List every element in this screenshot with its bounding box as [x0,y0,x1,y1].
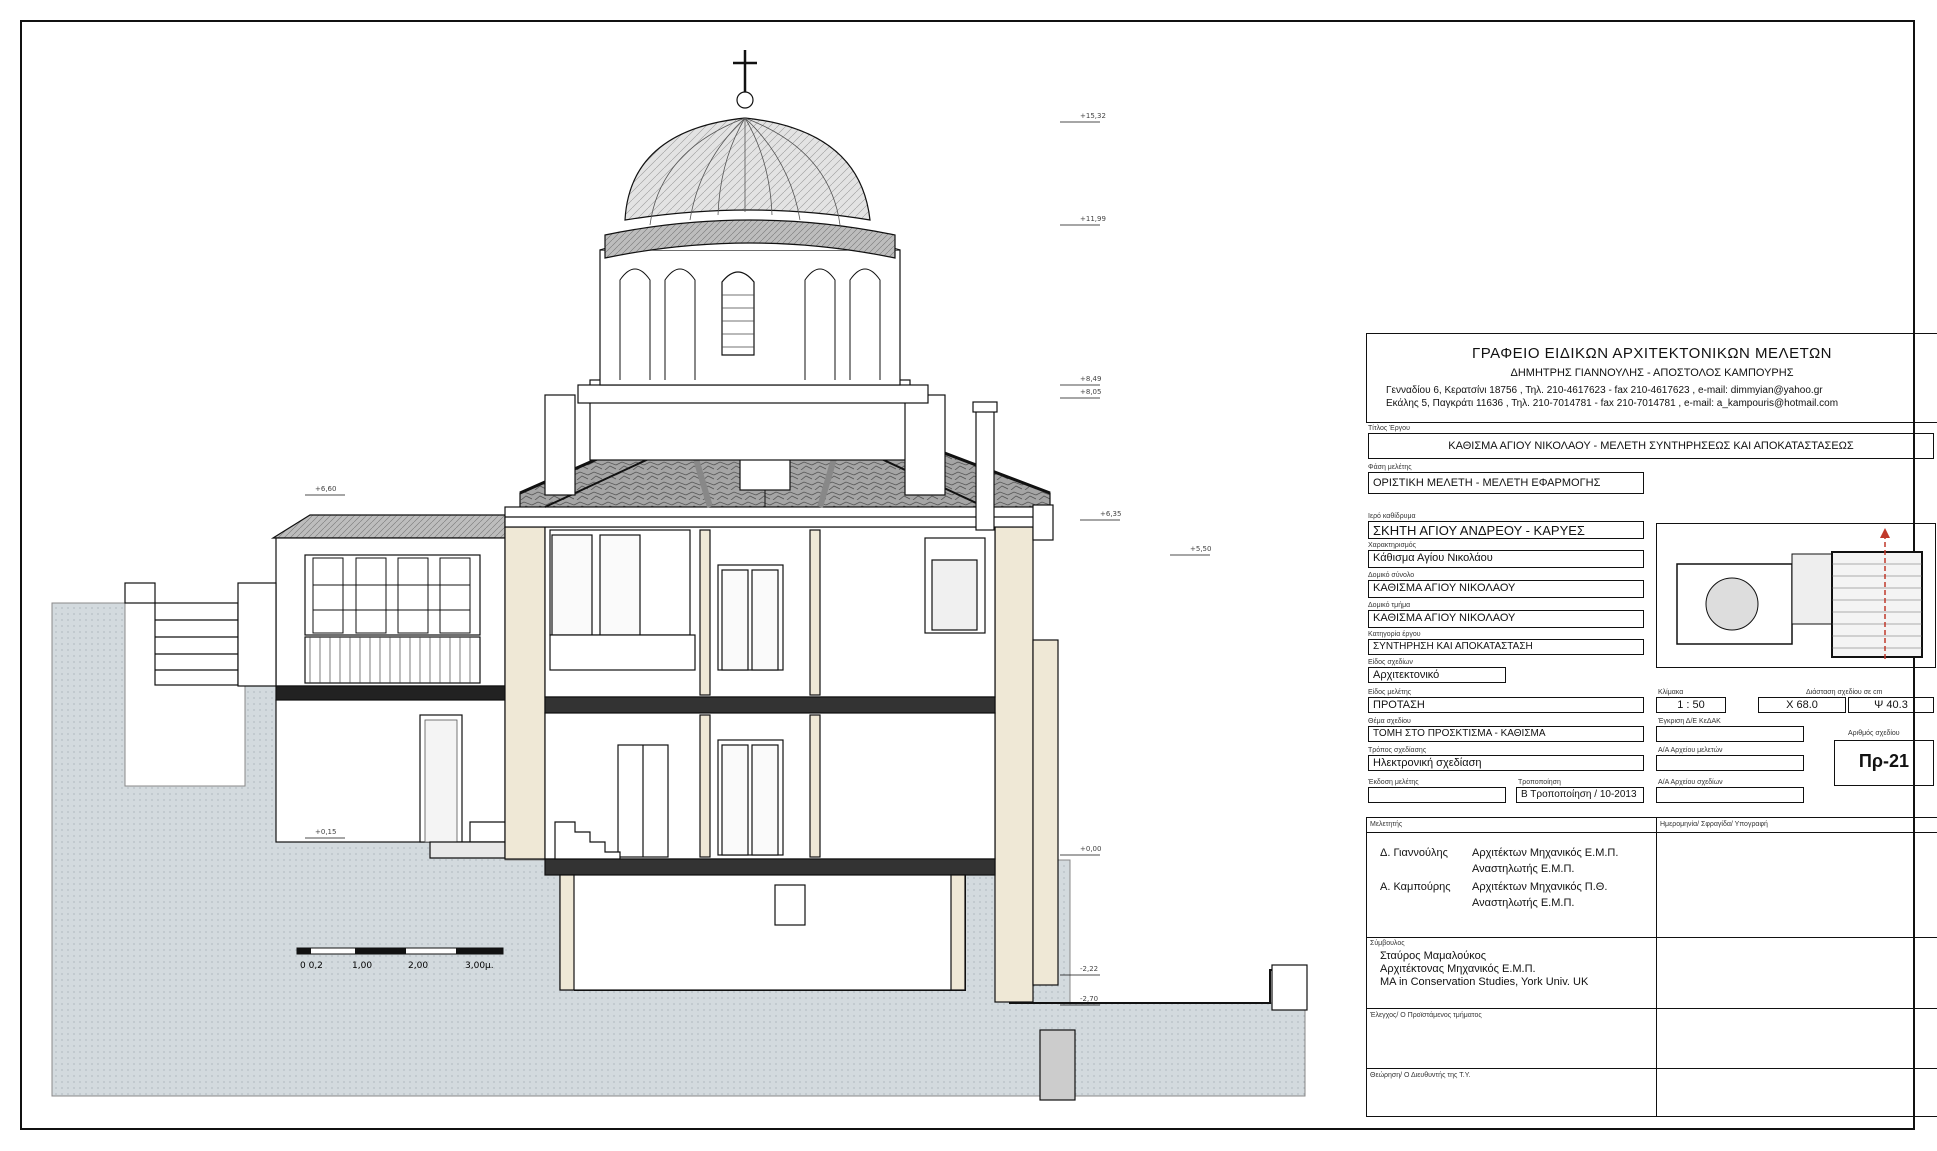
study-type: ΠΡΟΤΑΣΗ [1368,697,1644,713]
revision-label: Τροποποίηση [1518,779,1561,786]
designers-label: Μελετητής [1370,821,1403,828]
consultant-role-1: Αρχιτέκτονας Μηχανικός Ε.Μ.Π. [1380,963,1536,975]
date-stamp-label: Ημερομηνία/ Σφραγίδα/ Υπογραφή [1660,821,1768,828]
dome [544,50,946,496]
issue-field [1368,787,1506,803]
complex: ΚΑΘΙΣΜΑ ΑΓΙΟΥ ΝΙΚΟΛΑΟΥ [1368,580,1644,598]
scale-label: 3,00μ. [465,961,494,971]
dimension-y: Ψ 40.3 [1848,697,1934,713]
subject-label: Θέμα σχεδίου [1368,718,1411,725]
feature-label: Χαρακτηρισμός [1368,542,1417,549]
drawing-number: Πρ-21 [1858,751,1910,771]
level-mark: +8,49 [1060,375,1101,386]
level-mark: +8,05 [1060,388,1101,399]
level-label: +15,32 [1080,112,1106,120]
category: ΣΥΝΤΗΡΗΣΗ ΚΑΙ ΑΠΟΚΑΤΑΣΤΑΣΗ [1368,639,1644,655]
section-arrow-icon [1880,528,1890,538]
subject: ΤΟΜΗ ΣΤΟ ΠΡΟΣΚΤΙΣΜΑ - ΚΑΘΙΣΜΑ [1368,726,1644,742]
designer-1-role-2: Αναστηλωτής Ε.Μ.Π. [1472,863,1575,875]
archive-studies-field [1656,755,1804,771]
dimension-x: Χ 68.0 [1758,697,1846,713]
consultant-role-2: MA in Conservation Studies, York Univ. U… [1380,976,1589,988]
level-label: +0,15 [315,828,336,836]
level-label: +0,00 [1080,845,1101,853]
feature: Κάθισμα Αγίου Νικολάου [1368,550,1644,568]
office-address-1: Γενναδίου 6, Κερατσίνι 18756 , Τηλ. 210-… [1386,385,1823,396]
designer-2-name: Α. Καμπούρης [1380,881,1451,893]
phase: ΟΡΙΣΤΙΚΗ ΜΕΛΕΤΗ - ΜΕΛΕΤΗ ΕΦΑΡΜΟΓΗΣ [1368,472,1644,494]
level-mark: +0,00 [1060,845,1101,856]
part-label: Δομικό τμήμα [1368,602,1411,609]
scale-field-label: Κλίμακα [1658,689,1684,696]
key-plan [1656,523,1936,668]
level-mark: +6,35 [1080,510,1121,521]
approval-label: Έγκριση Δ/Ε ΚεΔΑΚ [1658,718,1721,725]
study-type-label: Είδος μελέτης [1368,689,1412,696]
archive-drawings-label: Α/Α Αρχείου σχεδίων [1658,779,1723,786]
part: ΚΑΘΙΣΜΑ ΑΓΙΟΥ ΝΙΚΟΛΑΟΥ [1368,610,1644,628]
level-mark: +11,99 [1060,215,1106,226]
level-label: +8,49 [1080,375,1101,383]
method-label: Τρόπος σχεδίασης [1368,747,1427,754]
approval-field [1656,726,1804,742]
project-title: ΚΑΘΙΣΜΑ ΑΓΙΟΥ ΝΙΚΟΛΑΟΥ - ΜΕΛΕΤΗ ΣΥΝΤΗΡΗΣ… [1368,433,1934,459]
drawing-type: Αρχιτεκτονικό [1368,667,1506,683]
consultant-label: Σύμβουλος [1370,940,1405,947]
issue-label: Έκδοση μελέτης [1368,779,1419,786]
monastery-label: Ιερό καθίδρυμα [1368,513,1416,520]
category-label: Κατηγορία έργου [1368,631,1421,638]
designer-1-name: Δ. Γιαννούλης [1380,847,1448,859]
section-drawing: +15,32 +11,99 +8,49 +8,05 +6,35 +5,50 +6… [51,50,1308,1101]
main-building [504,526,1034,1003]
drawing-no-label: Αριθμός σχεδίου [1848,730,1900,737]
archive-studies-label: Α/Α Αρχείου μελετών [1658,747,1723,754]
archive-drawings-field [1656,787,1804,803]
title-block: ΓΡΑΦΕΙΟ ΕΙΔΙΚΩΝ ΑΡΧΙΤΕΚΤΟΝΙΚΩΝ ΜΕΛΕΤΩΝ Δ… [1366,333,1937,1131]
dimensions-label: Διάσταση σχεδίου σε cm [1806,689,1883,696]
level-label: +6,35 [1100,510,1121,518]
scale-label: 2,00 [408,961,428,971]
left-annex [237,514,506,859]
endorse-label: Θεώρηση/ Ο Διευθυντής της Τ.Υ. [1370,1072,1471,1079]
level-label: +11,99 [1080,215,1106,223]
level-mark: +15,32 [1060,112,1106,123]
scale-label: 1,00 [352,961,372,971]
level-label: +5,50 [1190,545,1211,553]
method: Ηλεκτρονική σχεδίαση [1368,755,1644,771]
scale-field: 1 : 50 [1656,697,1726,713]
level-mark: +6,60 [305,485,345,496]
monastery: ΣΚΗΤΗ ΑΓΙΟΥ ΑΝΔΡΕΟΥ - ΚΑΡΥΕΣ [1368,521,1644,539]
drawing-type-label: Είδος σχεδίων [1368,659,1413,666]
project-title-label: Τίτλος Έργου [1368,425,1410,432]
check-label: Έλεγχος/ Ο Προϊστάμενος τμήματος [1370,1012,1482,1019]
office-title: ΓΡΑΦΕΙΟ ΕΙΔΙΚΩΝ ΑΡΧΙΤΕΚΤΟΝΙΚΩΝ ΜΕΛΕΤΩΝ [1471,345,1833,362]
consultant-name: Σταύρος Μαμαλούκος [1380,950,1487,962]
office-address-2: Εκάλης 5, Παγκράτι 11636 , Τηλ. 210-7014… [1386,398,1839,409]
left-terrace-stairs [124,582,239,686]
designer-1-role-1: Αρχιτέκτων Μηχανικός Ε.Μ.Π. [1472,847,1619,859]
office-partners: ΔΗΜΗΤΡΗΣ ΓΙΑΝΝΟΥΛΗΣ - ΑΠΟΣΤΟΛΟΣ ΚΑΜΠΟΥΡΗ… [1510,367,1794,379]
level-label: -2,22 [1080,965,1098,973]
key-plan-drawing [1676,528,1923,662]
level-label: -2,70 [1080,995,1098,1003]
level-label: +8,05 [1080,388,1101,396]
level-mark: +5,50 [1170,545,1211,556]
complex-label: Δομικό σύνολο [1368,572,1415,579]
designer-2-role-1: Αρχιτέκτων Μηχανικός Π.Θ. [1472,881,1608,893]
phase-label: Φάση μελέτης [1368,464,1412,471]
level-label: +6,60 [315,485,336,493]
designer-2-role-2: Αναστηλωτής Ε.Μ.Π. [1472,897,1575,909]
scale-label: 0 0,2 [300,961,323,971]
revision: Β Τροποποίηση / 10-2013 [1516,787,1644,803]
